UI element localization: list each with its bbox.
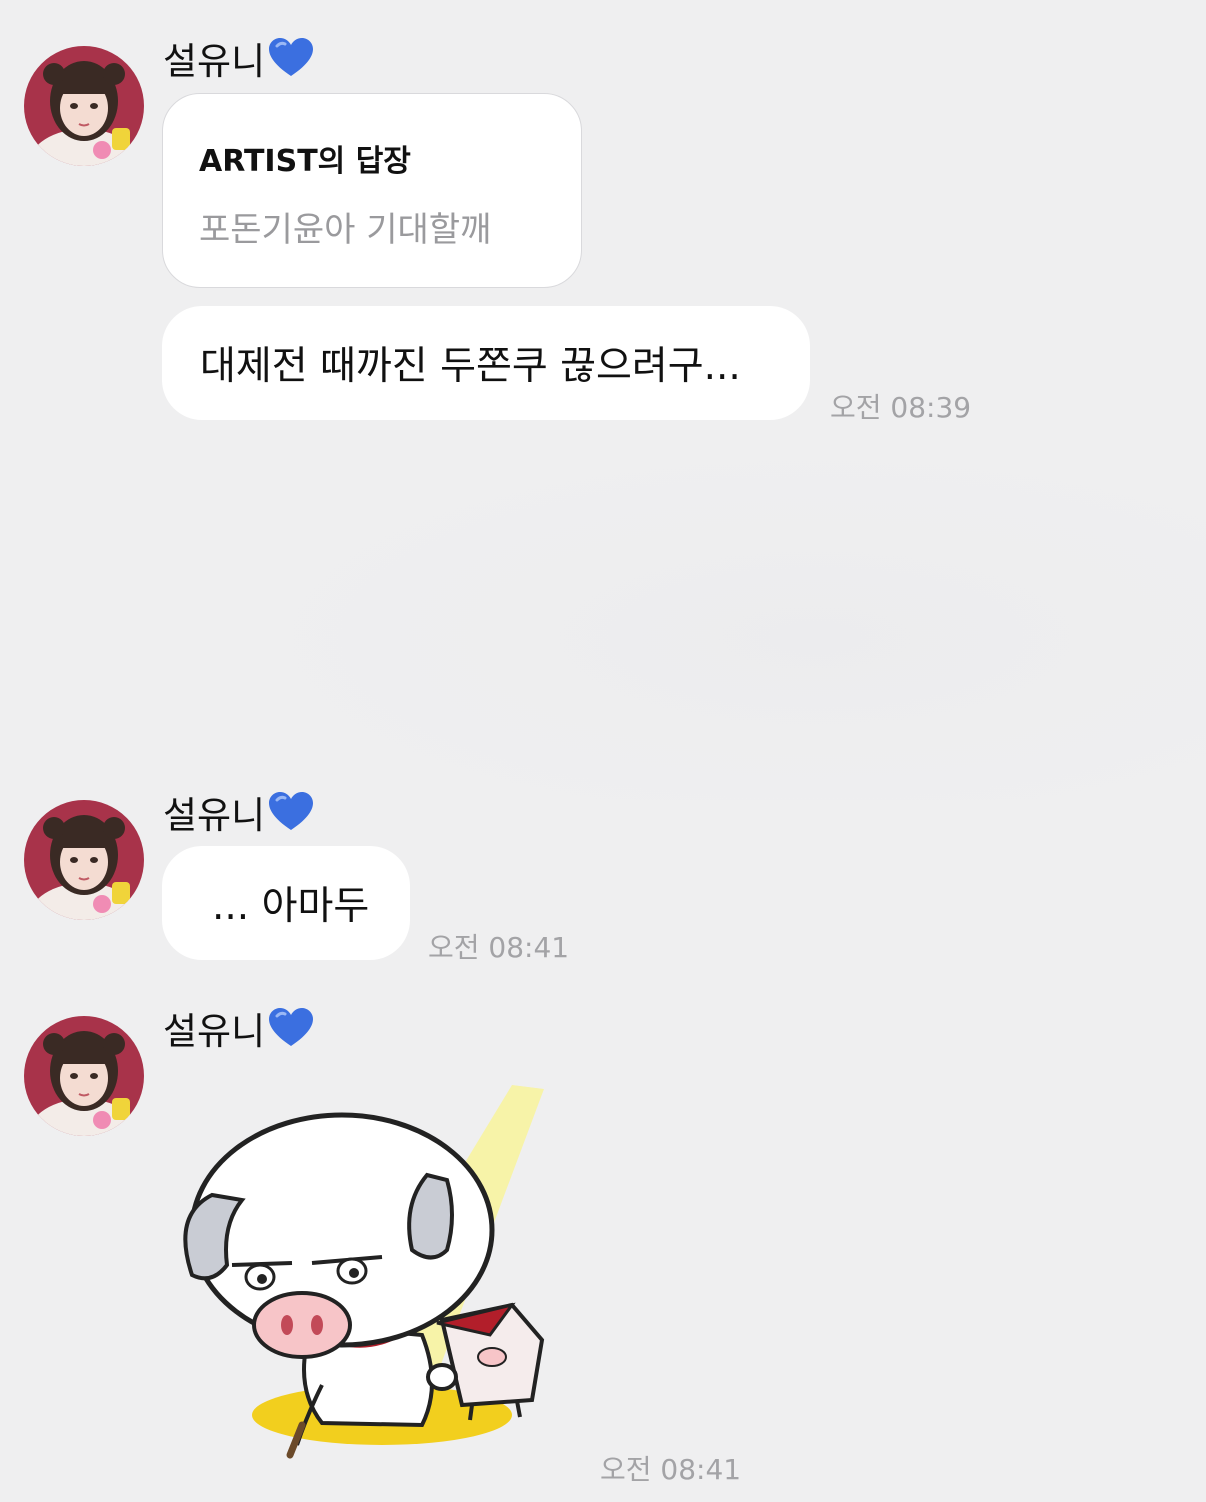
reply-quoted-text: 포돈기윤아 기대할깨 — [199, 210, 492, 250]
avatar[interactable] — [24, 1016, 144, 1136]
message-text: 대제전 때까진 두쫀쿠 끊으려구... — [200, 344, 741, 389]
sender-name: 설유니 — [163, 38, 314, 84]
sender-name: 설유니 — [163, 1008, 314, 1054]
message-timestamp: 오전 08:41 — [428, 931, 570, 964]
avatar[interactable] — [24, 800, 144, 920]
chat-screen: 설유니 ARTIST의 답장 포돈기윤아 기대할깨 대제전 때까진 두쫀쿠 끊으… — [0, 0, 1206, 1502]
blue-heart-icon — [269, 1008, 314, 1054]
message-bubble[interactable]: 대제전 때까진 두쫀쿠 끊으려구... — [162, 306, 810, 420]
reply-title: ARTIST의 답장 — [199, 144, 411, 179]
blue-heart-icon — [269, 792, 314, 838]
message-bubble[interactable]: ... 아마두 — [162, 846, 410, 960]
reply-quote-card[interactable]: ARTIST의 답장 포돈기윤아 기대할깨 — [162, 93, 582, 288]
sender-name: 설유니 — [163, 792, 314, 838]
message-timestamp: 오전 08:39 — [830, 391, 972, 424]
blue-heart-icon — [269, 38, 314, 84]
pig-sticker-icon — [183, 1085, 545, 1459]
pig-sticker[interactable] — [172, 1085, 562, 1465]
message-timestamp: 오전 08:41 — [600, 1453, 742, 1486]
message-text: ... 아마두 — [212, 884, 370, 929]
avatar[interactable] — [24, 46, 144, 166]
background-haze — [230, 440, 1206, 800]
